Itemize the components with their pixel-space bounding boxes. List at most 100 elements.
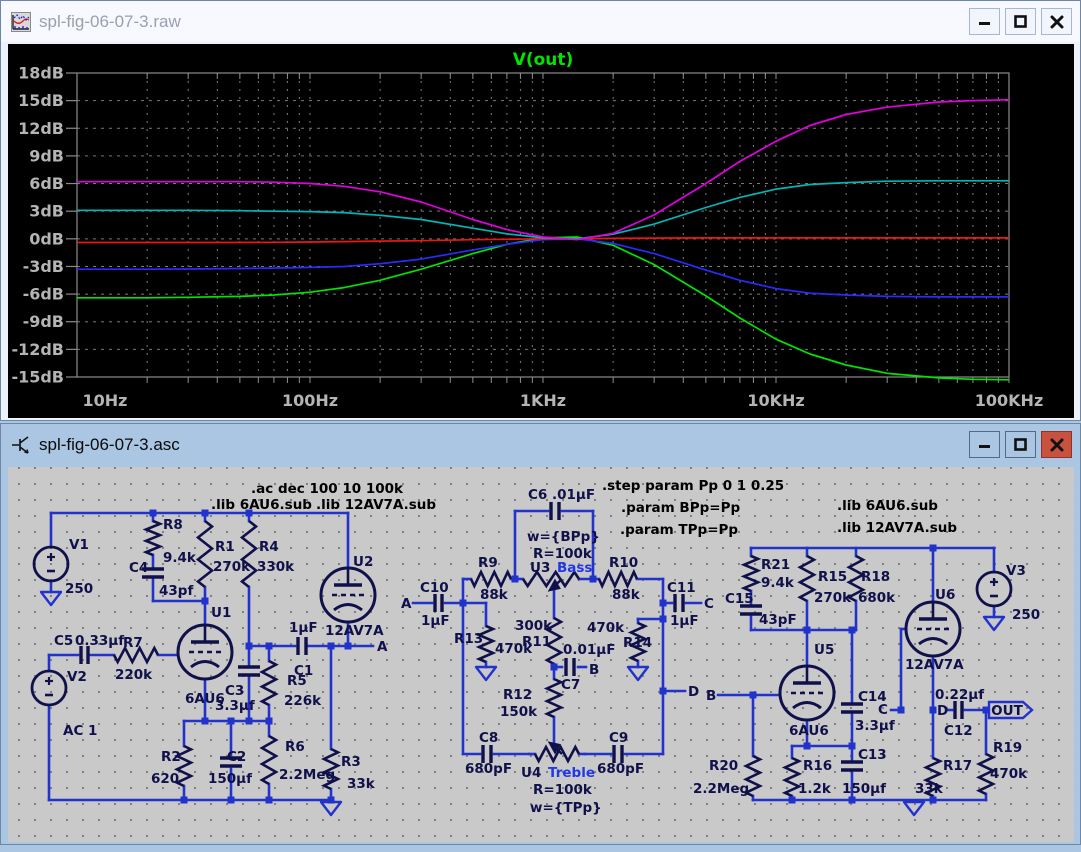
schematic-label[interactable]: R8 <box>163 517 183 533</box>
schematic-label[interactable]: C10 <box>420 580 449 596</box>
schematic-label[interactable]: R21 <box>761 557 790 573</box>
schematic-label[interactable]: U5 <box>814 642 834 658</box>
schematic-label[interactable]: C12 <box>944 723 973 739</box>
plot-canvas[interactable]: 18dB15dB12dB9dB6dB3dB0dB-3dB-6dB-9dB-12d… <box>8 44 1074 418</box>
schematic-label[interactable]: 9.4k <box>163 550 197 566</box>
schematic-label[interactable]: .ac dec 100 10 100k <box>251 481 404 497</box>
schematic-label[interactable]: C4 <box>129 560 148 576</box>
close-button[interactable] <box>1041 431 1072 458</box>
schematic-label[interactable]: .param TPp=Pp <box>620 522 738 538</box>
schematic-label[interactable]: B <box>589 662 599 678</box>
schematic-label[interactable]: 1.2k <box>798 781 832 797</box>
schematic-label[interactable]: 150μf <box>208 771 252 787</box>
schematic-label[interactable]: 300k <box>515 618 553 634</box>
schematic-label[interactable]: w={BPp} <box>527 529 600 545</box>
schematic-label[interactable]: R18 <box>861 569 890 585</box>
schematic-label[interactable]: D <box>937 703 948 719</box>
schematic-label[interactable]: 43pF <box>759 612 797 628</box>
schematic-label[interactable]: A <box>401 596 412 612</box>
schematic-label[interactable]: R20 <box>709 758 738 774</box>
schematic-label[interactable]: 620 <box>151 771 179 787</box>
schematic-label[interactable]: 680k <box>858 590 896 606</box>
schematic-label[interactable]: V3 <box>1006 563 1026 579</box>
minimize-button[interactable] <box>969 8 1000 35</box>
schematic-label[interactable]: w={TPp} <box>530 800 602 816</box>
schematic-label[interactable]: C15 <box>725 591 754 607</box>
schematic-label[interactable]: 88k <box>480 587 509 603</box>
schematic-label[interactable]: R6 <box>285 739 305 755</box>
schematic-label[interactable]: 680pF <box>597 761 644 777</box>
schematic-label[interactable]: 470k <box>587 620 625 636</box>
schematic-label[interactable]: R2 <box>161 749 181 765</box>
schematic-label[interactable]: .lib 6AU6.sub <box>211 497 312 513</box>
schematic-label[interactable]: C5 <box>54 633 73 649</box>
schematic-label[interactable]: .lib 6AU6.sub <box>837 498 938 514</box>
schematic-label[interactable]: C3 <box>225 683 244 699</box>
waveform-titlebar[interactable]: spl-fig-06-07-3.raw <box>1 1 1080 42</box>
schematic-label[interactable]: A <box>377 639 388 655</box>
schematic-label[interactable]: 0.22μf <box>935 687 984 703</box>
schematic-label[interactable]: D <box>688 684 699 700</box>
schematic-label[interactable]: .lib 12AV7A.sub <box>316 497 436 513</box>
schematic-label[interactable]: AC 1 <box>63 723 97 739</box>
schematic-label[interactable]: C13 <box>858 747 887 763</box>
schematic-label[interactable]: U4 <box>521 765 541 781</box>
schematic-label[interactable]: R17 <box>943 758 972 774</box>
schematic-label[interactable]: 33k <box>915 781 944 797</box>
schematic-label[interactable]: 88k <box>612 587 641 603</box>
schematic-label[interactable]: R4 <box>259 539 279 555</box>
schematic-label[interactable]: C7 <box>561 677 580 693</box>
schematic-label[interactable]: C <box>704 596 714 612</box>
schematic-label[interactable]: 2.2Meg <box>279 767 335 783</box>
schematic-canvas[interactable]: .ac dec 100 10 100k.lib 6AU6.sub.lib 12A… <box>8 467 1074 842</box>
schematic-label[interactable]: U2 <box>353 554 373 570</box>
schematic-label[interactable]: R12 <box>503 687 532 703</box>
schematic-titlebar[interactable]: spl-fig-06-07-3.asc <box>1 424 1080 465</box>
maximize-button[interactable] <box>1005 8 1036 35</box>
schematic-label[interactable]: U6 <box>935 587 955 603</box>
schematic-label[interactable]: 12AV7A <box>325 623 384 639</box>
schematic-label[interactable]: 9.4k <box>761 575 795 591</box>
schematic-label[interactable]: R9 <box>478 555 498 571</box>
schematic-label[interactable]: C8 <box>479 730 498 746</box>
schematic-label[interactable]: R14 <box>623 635 652 651</box>
schematic-label[interactable]: Bass <box>557 560 592 576</box>
schematic-label[interactable]: .param BPp=Pp <box>621 500 740 516</box>
schematic-label[interactable]: 1μF <box>670 613 699 629</box>
schematic-label[interactable]: R11 <box>522 634 551 650</box>
schematic-label[interactable]: B <box>706 688 716 704</box>
schematic-label[interactable]: 270k <box>814 590 852 606</box>
schematic-label[interactable]: 680pF <box>465 761 512 777</box>
schematic-label[interactable]: R10 <box>609 555 638 571</box>
schematic-label[interactable]: 12AV7A <box>905 657 964 673</box>
schematic-label[interactable]: 220k <box>115 667 153 683</box>
schematic-label[interactable]: 3.3μf <box>215 698 255 714</box>
schematic-label[interactable]: Treble <box>548 765 595 781</box>
schematic-label[interactable]: V2 <box>67 669 87 685</box>
schematic-label[interactable]: C6 <box>528 487 547 503</box>
schematic-label[interactable]: 2.2Meg <box>693 781 749 797</box>
schematic-label[interactable]: C9 <box>609 730 628 746</box>
schematic-label[interactable]: 150μf <box>842 781 886 797</box>
schematic-label[interactable]: 250 <box>1012 607 1040 623</box>
minimize-button[interactable] <box>969 431 1000 458</box>
schematic-label[interactable]: 470k <box>990 766 1028 782</box>
schematic-label[interactable]: C11 <box>667 580 696 596</box>
maximize-button[interactable] <box>1005 431 1036 458</box>
close-button[interactable] <box>1041 8 1072 35</box>
schematic-label[interactable]: R19 <box>993 740 1022 756</box>
schematic-label[interactable]: V1 <box>69 537 89 553</box>
schematic-label[interactable]: R3 <box>341 754 361 770</box>
schematic-label[interactable]: R5 <box>287 673 307 689</box>
schematic-label[interactable]: 0.33μf <box>75 633 124 649</box>
schematic-label[interactable]: OUT <box>991 703 1023 719</box>
schematic-label[interactable]: R1 <box>215 539 235 555</box>
schematic-label[interactable]: R16 <box>803 758 832 774</box>
schematic-label[interactable]: R13 <box>454 631 483 647</box>
schematic-label[interactable]: 3.3μf <box>855 718 895 734</box>
schematic-label[interactable]: R7 <box>123 635 143 651</box>
schematic-label[interactable]: .lib 12AV7A.sub <box>837 520 957 536</box>
schematic-label[interactable]: 43pf <box>159 583 193 599</box>
trace-blue[interactable] <box>77 239 1009 297</box>
schematic-label[interactable]: C <box>878 702 888 718</box>
